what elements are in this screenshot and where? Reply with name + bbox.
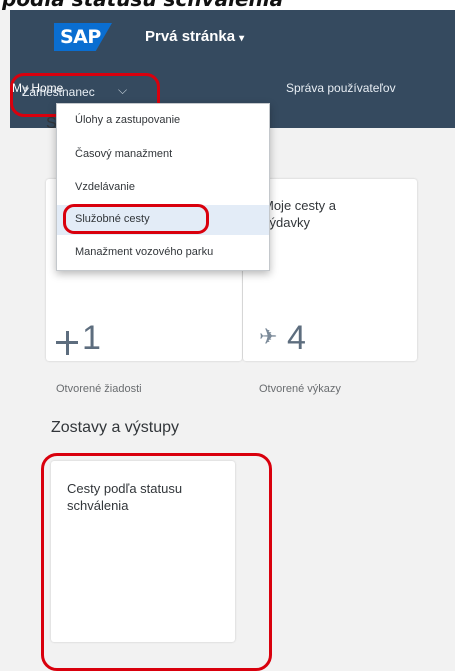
tile-count: 1 bbox=[82, 319, 101, 357]
chevron-down-icon: ⌵ bbox=[118, 83, 128, 97]
nav-user-admin[interactable]: Správa používateľov bbox=[286, 81, 396, 95]
menu-item-time[interactable]: Časový manažment bbox=[57, 140, 269, 170]
tile-count: 4 bbox=[287, 319, 306, 357]
tile-title-line1: Moje cesty a bbox=[263, 198, 336, 213]
shell-title-menu[interactable]: Prvá stránka ▾ bbox=[145, 28, 244, 45]
plane-money-icon: ✈ bbox=[259, 324, 278, 349]
sap-logo[interactable]: SAP bbox=[54, 23, 112, 51]
shell-title: Prvá stránka bbox=[145, 28, 236, 45]
menu-item-fleet[interactable]: Manažment vozového parku bbox=[57, 238, 269, 268]
highlight-ring-report bbox=[41, 453, 272, 671]
employee-dropdown-menu: Úlohy a zastupovanie Časový manažment Vz… bbox=[56, 103, 270, 271]
document-caption: podľa statusu schválenia bbox=[0, 0, 455, 10]
menu-item-learning[interactable]: Vzdelávanie bbox=[57, 173, 269, 203]
plus-icon bbox=[56, 329, 78, 357]
nav-employee-label: Zamestnanec bbox=[22, 85, 95, 99]
tile-title-line2: výdavky bbox=[263, 215, 310, 230]
menu-item-tasks[interactable]: Úlohy a zastupovanie bbox=[57, 106, 269, 136]
caption-text: podľa statusu schválenia bbox=[2, 0, 283, 10]
caret-down-icon: ▾ bbox=[239, 33, 245, 44]
tile-subtitle: Otvorené žiadosti bbox=[56, 383, 142, 395]
section-title: Zostavy a výstupy bbox=[51, 419, 180, 436]
highlight-ring-menu bbox=[63, 204, 209, 234]
tile-subtitle: Otvorené výkazy bbox=[259, 383, 341, 395]
